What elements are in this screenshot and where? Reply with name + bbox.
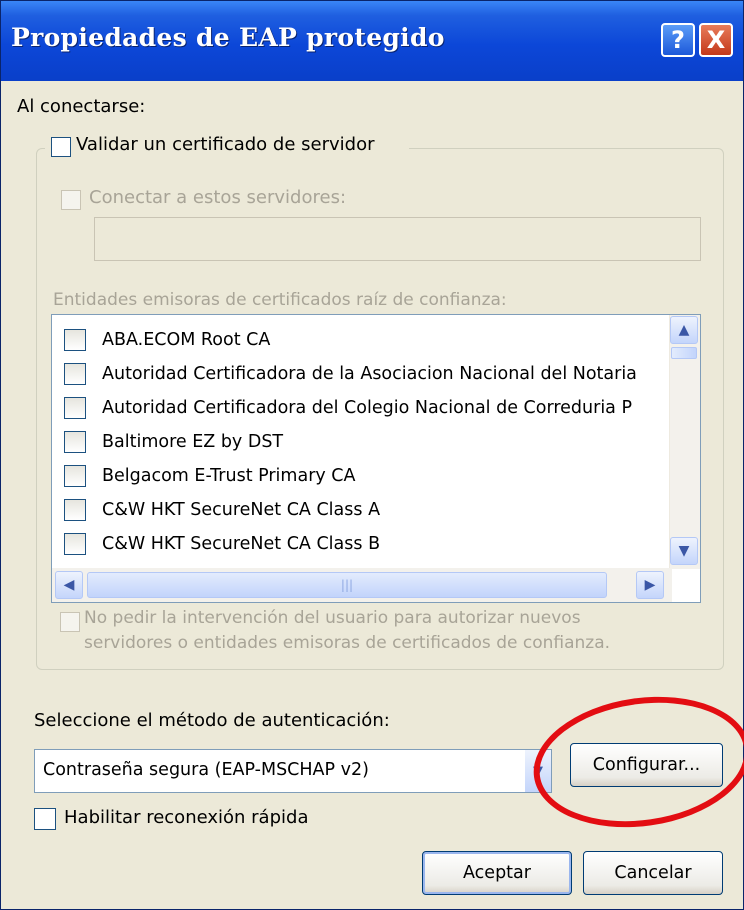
no-prompt-label: No pedir la intervención del usuario par… (84, 608, 581, 628)
scroll-left-icon[interactable]: ◀ (55, 571, 83, 599)
list-item-label: C&W HKT SecureNet CA Class A (102, 500, 381, 520)
highlight-circle-annotation (525, 683, 744, 841)
ok-button[interactable]: Aceptar (422, 851, 572, 895)
window-title: Propiedades de EAP protegido (11, 23, 445, 52)
auth-method-select[interactable]: Contraseña segura (EAP-MSCHAP v2) ▼ (34, 749, 552, 793)
fast-reconnect-checkbox[interactable] (34, 808, 56, 830)
ca-checkbox[interactable] (64, 363, 86, 385)
trusted-ca-label: Entidades emisoras de certificados raíz … (53, 290, 507, 310)
eap-properties-dialog: Propiedades de EAP protegido ? X Al cone… (0, 0, 744, 910)
list-item-label: Autoridad Certificadora de la Asociacion… (102, 364, 637, 384)
scroll-down-icon[interactable]: ▼ (670, 537, 698, 565)
ca-checkbox[interactable] (64, 499, 86, 521)
connect-servers-checkbox (61, 190, 81, 210)
fast-reconnect-label: Habilitar reconexión rápida (64, 807, 309, 828)
auth-method-label: Seleccione el método de autenticación: (34, 710, 390, 731)
list-item[interactable]: Belgacom E-Trust Primary CA (64, 459, 356, 493)
vertical-scrollbar[interactable]: ▲ ▼ (669, 315, 700, 569)
connect-label: Al conectarse: (17, 96, 146, 117)
list-item[interactable]: C&W HKT SecureNet CA Class A (64, 493, 380, 527)
title-bar[interactable]: Propiedades de EAP protegido ? X (1, 1, 743, 81)
list-item-label: ABA.ECOM Root CA (102, 330, 271, 350)
scroll-up-icon[interactable]: ▲ (670, 316, 698, 344)
servers-input (94, 217, 701, 261)
scroll-right-icon[interactable]: ▶ (636, 571, 664, 599)
list-item[interactable]: Autoridad Certificadora del Colegio Naci… (64, 391, 632, 425)
cancel-button[interactable]: Cancelar (583, 851, 723, 895)
validate-cert-label: Validar un certificado de servidor (76, 134, 375, 155)
horizontal-scrollbar[interactable]: ◀ ||| ▶ (52, 568, 672, 602)
close-button[interactable]: X (699, 23, 733, 57)
ca-checkbox[interactable] (64, 397, 86, 419)
auth-method-value: Contraseña segura (EAP-MSCHAP v2) (43, 760, 369, 780)
list-item-label: Baltimore EZ by DST (102, 432, 284, 452)
list-item-label: C&W HKT SecureNet CA Class B (102, 534, 381, 554)
list-item-label: Autoridad Certificadora del Colegio Naci… (102, 398, 633, 418)
list-item[interactable]: ABA.ECOM Root CA (64, 323, 270, 357)
validate-cert-checkbox[interactable] (51, 137, 71, 157)
no-prompt-checkbox (60, 612, 80, 632)
ca-checkbox[interactable] (64, 533, 86, 555)
ca-checkbox[interactable] (64, 329, 86, 351)
vertical-scroll-thumb[interactable] (671, 347, 697, 359)
ca-checkbox[interactable] (64, 465, 86, 487)
no-prompt-label-2: servidores o entidades emisoras de certi… (84, 633, 611, 653)
list-item[interactable]: Baltimore EZ by DST (64, 425, 283, 459)
horizontal-scroll-thumb[interactable]: ||| (87, 572, 607, 598)
list-item-label: Belgacom E-Trust Primary CA (102, 466, 356, 486)
list-item[interactable]: C&W HKT SecureNet CA Class B (64, 527, 380, 561)
connect-servers-label: Conectar a estos servidores: (89, 187, 347, 208)
trusted-ca-list[interactable]: ABA.ECOM Root CA Autoridad Certificadora… (51, 314, 701, 603)
ca-checkbox[interactable] (64, 431, 86, 453)
list-item[interactable]: Autoridad Certificadora de la Asociacion… (64, 357, 637, 391)
help-button[interactable]: ? (661, 23, 695, 57)
